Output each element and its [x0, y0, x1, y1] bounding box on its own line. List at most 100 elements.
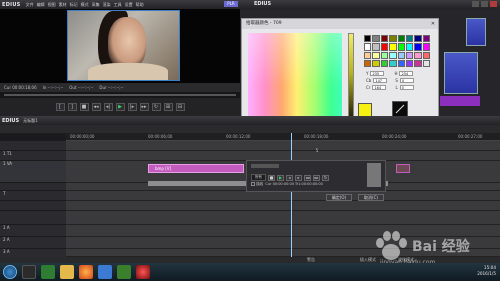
bin-thumbnail[interactable] [440, 96, 480, 106]
color-swatch[interactable] [380, 43, 389, 51]
edius-taskbar-icon[interactable] [22, 265, 36, 279]
color-swatch[interactable] [372, 35, 380, 43]
color-swatch[interactable] [380, 51, 389, 59]
color-swatch[interactable] [397, 43, 405, 51]
menu-item-edit[interactable]: 编辑 [37, 2, 45, 8]
color-swatch[interactable] [414, 59, 422, 67]
color-swatch[interactable] [364, 35, 372, 43]
color-swatch[interactable] [380, 35, 389, 43]
media-taskbar-icon[interactable] [41, 265, 55, 279]
set-out-icon[interactable]: ] [67, 103, 77, 111]
field-l[interactable]: 0 [399, 85, 414, 90]
color-swatch[interactable] [372, 51, 380, 59]
mini-slider[interactable] [251, 164, 279, 168]
loop-icon[interactable]: ↻ [322, 174, 329, 181]
color-swatch[interactable] [422, 43, 430, 51]
track-header[interactable] [0, 141, 66, 151]
track-header[interactable] [0, 211, 66, 225]
color-swatch[interactable] [414, 51, 422, 59]
field-y[interactable]: 235 [370, 71, 385, 76]
player-taskbar-icon[interactable] [117, 265, 131, 279]
color-swatch[interactable] [389, 35, 397, 43]
color-swatch[interactable] [364, 59, 372, 67]
track-lane[interactable] [66, 141, 500, 151]
color-swatch[interactable] [397, 51, 405, 59]
step-back-icon[interactable]: ◂ [286, 174, 293, 181]
stop-icon[interactable]: ■ [268, 174, 275, 181]
overwrite-icon[interactable]: ⊟ [175, 103, 185, 111]
step-forward-icon[interactable]: |▸ [127, 103, 137, 111]
mini-scrollbar[interactable] [367, 163, 381, 187]
menu-item-clip[interactable]: 素材 [59, 2, 67, 8]
timeline-ruler[interactable]: 00:00:00;00 00:00:06;00 00:00:12;00 00:0… [66, 133, 500, 141]
stop-icon[interactable]: ■ [79, 103, 89, 111]
mode-badge[interactable]: PLR [224, 1, 238, 7]
menu-item-file[interactable]: 文件 [26, 2, 34, 8]
record-taskbar-icon[interactable] [136, 265, 150, 279]
track-lane[interactable] [66, 191, 500, 201]
mini-ok-button[interactable]: 确定(O) [326, 194, 352, 201]
mini-cancel-button[interactable]: 取消(C) [358, 194, 384, 201]
color-swatch[interactable] [422, 35, 430, 43]
play-icon[interactable]: ▶ [115, 103, 125, 111]
color-swatch[interactable] [405, 43, 414, 51]
track-lane[interactable] [66, 211, 500, 225]
color-swatch[interactable] [364, 43, 372, 51]
step-back-icon[interactable]: ◂| [103, 103, 113, 111]
menu-item-tools[interactable]: 工具 [114, 2, 122, 8]
track-header[interactable] [0, 183, 66, 191]
color-swatch[interactable] [422, 51, 430, 59]
menu-item-view[interactable]: 视图 [48, 2, 56, 8]
menu-item-capture[interactable]: 采集 [92, 2, 100, 8]
track-lane[interactable] [66, 201, 500, 211]
timeline-clip[interactable]: bmp [V] [148, 164, 244, 173]
track-header[interactable]: 1 VA [0, 161, 66, 183]
bin-thumbnail[interactable] [466, 18, 486, 46]
color-swatch[interactable] [364, 51, 372, 59]
color-swatch[interactable] [414, 35, 422, 43]
folder-taskbar-icon[interactable] [60, 265, 74, 279]
color-spectrum[interactable] [248, 33, 342, 121]
fast-forward-icon[interactable]: ▸▸ [139, 103, 149, 111]
start-button-icon[interactable] [3, 265, 17, 279]
eyedropper-icon[interactable] [392, 101, 408, 117]
color-swatch[interactable] [389, 43, 397, 51]
mini-mode-select[interactable]: 所有 [251, 174, 266, 181]
insert-icon[interactable]: ⊞ [163, 103, 173, 111]
play-icon[interactable]: ▶ [277, 174, 284, 181]
color-swatch[interactable] [405, 51, 414, 59]
track-header[interactable]: 2 A [0, 237, 66, 249]
loop-icon[interactable]: ↻ [151, 103, 161, 111]
menu-item-render[interactable]: 渲染 [103, 2, 111, 8]
field-cb[interactable]: 147 [373, 78, 388, 83]
track-header[interactable]: 1 A [0, 225, 66, 237]
color-swatch[interactable] [414, 43, 422, 51]
step-forward-icon[interactable]: ▸ [295, 174, 302, 181]
app-taskbar-icon[interactable] [98, 265, 112, 279]
color-swatch[interactable] [422, 59, 430, 67]
timeline-playhead[interactable] [291, 133, 292, 261]
dialog-close-icon[interactable]: ✕ [430, 21, 436, 27]
color-swatch[interactable] [372, 43, 380, 51]
close-icon[interactable] [490, 1, 497, 7]
luminance-slider[interactable] [348, 33, 354, 121]
menu-item-settings[interactable]: 设置 [125, 2, 133, 8]
track-header[interactable] [0, 201, 66, 211]
set-in-icon[interactable]: [ [55, 103, 65, 111]
color-swatch[interactable] [389, 51, 397, 59]
menu-item-marker[interactable]: 标记 [70, 2, 78, 8]
menu-item-mode[interactable]: 模式 [81, 2, 89, 8]
color-swatch[interactable] [405, 35, 414, 43]
maximize-icon[interactable] [481, 1, 488, 7]
color-swatch[interactable] [372, 59, 380, 67]
timeline-clip-thumb[interactable] [396, 164, 410, 173]
minimize-icon[interactable] [472, 1, 479, 7]
system-tray-clock[interactable]: 15:04 2016/1/5 [477, 265, 496, 277]
color-swatch[interactable] [389, 59, 397, 67]
firefox-taskbar-icon[interactable] [79, 265, 93, 279]
bin-thumbnail[interactable] [444, 52, 478, 94]
field-s[interactable]: 0 [399, 78, 414, 83]
track-header[interactable]: 1 T1 [0, 151, 66, 161]
color-swatch[interactable] [380, 59, 389, 67]
field-cr[interactable]: 164 [372, 85, 387, 90]
